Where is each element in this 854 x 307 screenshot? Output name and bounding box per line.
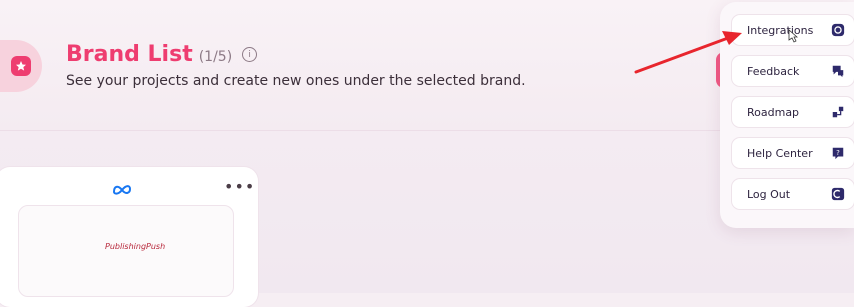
annotation-arrow [634, 31, 742, 74]
